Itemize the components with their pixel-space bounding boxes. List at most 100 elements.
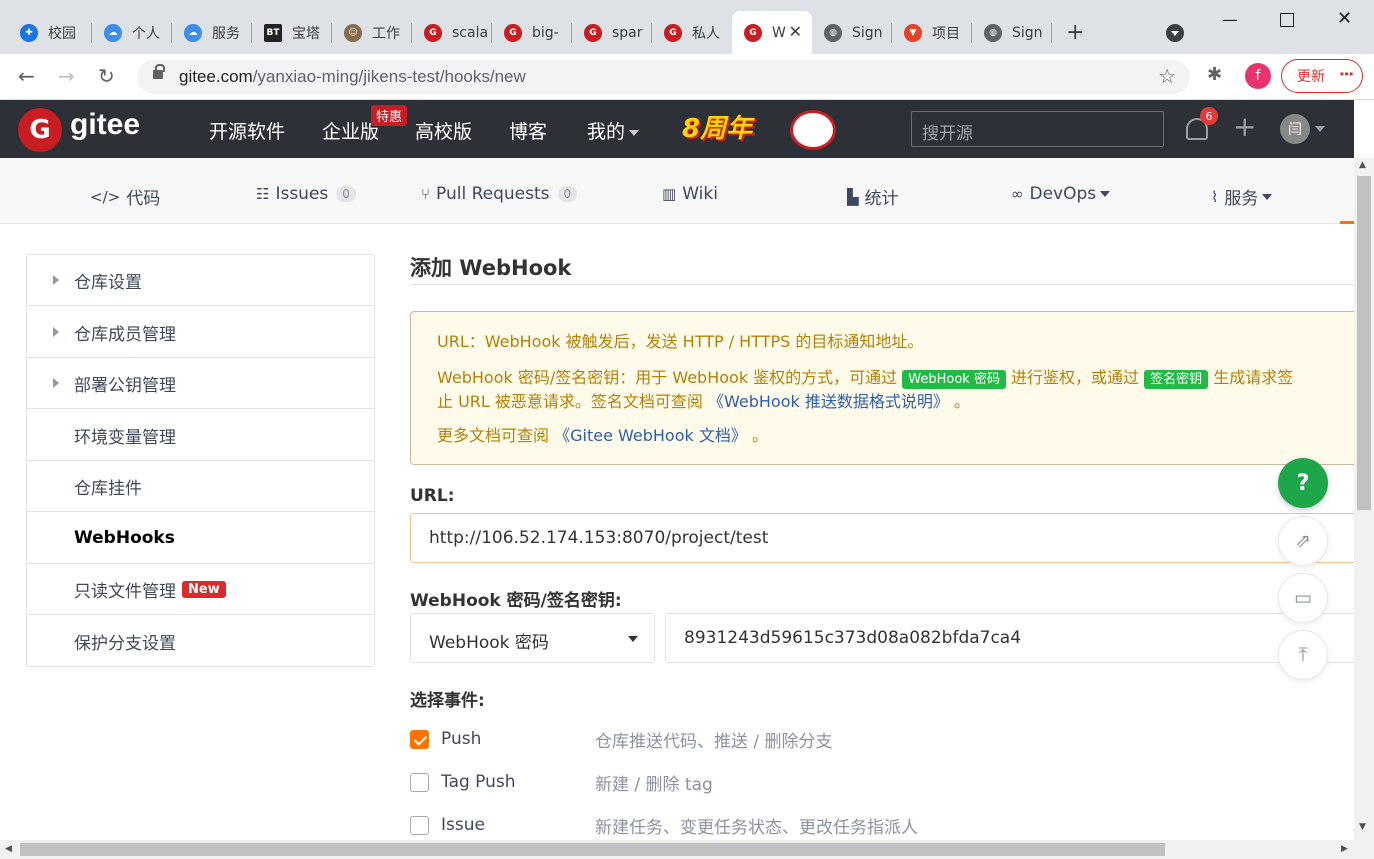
sidebar-item-widgets[interactable]: 仓库挂件 — [27, 461, 374, 512]
globe-icon: ◍ — [824, 23, 842, 42]
browser-tab[interactable]: ◍ Sign — [972, 11, 1052, 54]
nav-open-source[interactable]: 开源软件 — [209, 117, 285, 144]
tab-code[interactable]: </> 代码 — [90, 184, 161, 210]
update-label: 更新 — [1297, 69, 1325, 85]
anniversary-banner[interactable]: 8周年 — [682, 108, 752, 145]
event-tag-push[interactable]: Tag Push 新建 / 删除 tag — [410, 771, 713, 795]
tab-pull-requests[interactable]: ⑂ Pull Requests 0 — [421, 184, 578, 204]
gitee-brand[interactable]: gitee — [70, 108, 140, 142]
webhook-format-doc-link[interactable]: 《WebHook 推送数据格式说明》 — [708, 392, 949, 411]
browser-tab[interactable]: G big- — [492, 11, 572, 54]
repo-tabs: </> 代码 ☷ Issues 0 ⑂ Pull Requests 0 ▥ Wiki ▙ 统计… — [0, 158, 1354, 224]
notice-text: 更多文档可查阅 — [437, 426, 550, 445]
browser-tab-bar: ✚ 校园 ☁ 个人 ☁ 服务 BT 宝塔 ☺ 工作 G scala G big-… — [0, 0, 1374, 54]
scroll-up-icon[interactable]: ▲ — [1359, 160, 1366, 170]
notice-text: 。 — [953, 392, 970, 411]
tab-stats[interactable]: ▙ 统计 — [847, 184, 899, 210]
browser-tab[interactable]: ☁ 个人 — [92, 11, 172, 54]
count-badge: 0 — [557, 186, 578, 202]
tab-wiki[interactable]: ▥ Wiki — [662, 184, 718, 204]
tab-label: big- — [532, 24, 559, 41]
browser-tab[interactable]: ▼ 项目 — [892, 11, 972, 54]
nav-mine[interactable]: 我的 — [587, 117, 640, 144]
secret-input[interactable]: 8931243d59615c373d08a082bfda7ca4 — [665, 613, 1374, 663]
back-to-top-icon[interactable]: ⤒ — [1278, 630, 1328, 680]
browser-tab[interactable]: BT 宝塔 — [252, 11, 332, 54]
checkbox[interactable] — [410, 772, 429, 792]
sidebar-item-protected-branches[interactable]: 保护分支设置 — [27, 616, 374, 667]
vertical-scroll-thumb[interactable] — [1357, 176, 1371, 510]
url-input[interactable]: http://106.52.174.153:8070/project/test — [410, 513, 1374, 563]
notice-text: 。 — [751, 426, 768, 445]
sidebar-item-members[interactable]: 仓库成员管理 — [27, 307, 374, 358]
reload-icon[interactable]: ↻ — [98, 64, 115, 88]
notice-text: 止 URL 被恶意请求。签名文档可查阅 — [437, 392, 703, 411]
profile-avatar[interactable]: f — [1245, 63, 1271, 89]
browser-tab[interactable]: ◍ Sign — [812, 11, 892, 54]
help-button[interactable]: ? — [1278, 458, 1328, 508]
sidebar-item-webhooks[interactable]: WebHooks — [27, 513, 374, 564]
new-tab-button[interactable]: + — [1066, 20, 1084, 45]
pull-request-icon: ⑂ — [421, 185, 431, 203]
share-icon[interactable]: ⇗ — [1278, 516, 1328, 566]
browser-tab[interactable]: ✚ 校园 — [8, 11, 92, 54]
browser-tab[interactable]: ☺ 工作 — [332, 11, 412, 54]
tab-issues[interactable]: ☷ Issues 0 — [256, 184, 356, 204]
gitee-logo[interactable]: G — [18, 108, 62, 152]
browser-tab[interactable]: ☁ 服务 — [172, 11, 252, 54]
search-input[interactable]: 搜开源 — [911, 111, 1164, 147]
user-avatar[interactable]: 闫 — [1280, 114, 1310, 144]
gitee-webhook-doc-link[interactable]: 《Gitee WebHook 文档》 — [554, 426, 747, 445]
browser-tab[interactable]: G 私人 — [652, 11, 732, 54]
horizontal-scroll-thumb[interactable] — [20, 843, 1165, 856]
cloud-icon: ☁ — [184, 23, 202, 42]
bookmark-star-icon[interactable]: ☆ — [1158, 64, 1176, 88]
minimize-icon[interactable]: — — [1222, 10, 1238, 29]
browser-tab[interactable]: G scala — [412, 11, 492, 54]
tab-services[interactable]: ⌇ 服务 — [1211, 184, 1273, 209]
checkbox-checked[interactable] — [410, 729, 429, 749]
sidebar-item-label: 仓库设置 — [74, 272, 142, 293]
infinity-icon: ∞ — [1011, 185, 1024, 203]
scroll-right-icon[interactable]: ▶ — [1341, 844, 1348, 854]
event-desc: 新建任务、变更任务状态、更改任务指派人 — [595, 817, 918, 838]
close-icon[interactable]: ✕ — [789, 22, 802, 41]
address-bar[interactable]: gitee.com/yanxiao-ming/jikens-test/hooks… — [137, 60, 1190, 94]
nav-education[interactable]: 高校版 — [415, 117, 472, 144]
scroll-left-icon[interactable]: ◀ — [5, 844, 12, 854]
tab-devops[interactable]: ∞ DevOps — [1011, 184, 1111, 204]
extensions-icon[interactable]: ✱ — [1207, 64, 1222, 85]
chat-icon[interactable]: ▭ — [1278, 573, 1328, 623]
event-issue[interactable]: Issue 新建任务、变更任务状态、更改任务指派人 — [410, 814, 918, 838]
browser-tab[interactable]: G spar — [572, 11, 652, 54]
url-label: URL: — [410, 486, 455, 506]
notice-line: 止 URL 被恶意请求。签名文档可查阅 《WebHook 推送数据格式说明》 。 — [437, 390, 1343, 414]
forward-icon[interactable]: → — [58, 64, 75, 88]
checkbox[interactable] — [410, 815, 429, 835]
back-icon[interactable]: ← — [18, 64, 35, 88]
chevron-down-icon[interactable] — [1315, 126, 1325, 132]
window-close-icon[interactable]: ✕ — [1337, 8, 1352, 29]
tab-label: W — [772, 24, 786, 41]
sidebar-item-repo-settings[interactable]: 仓库设置 — [27, 255, 374, 306]
plus-icon[interactable]: + — [1233, 110, 1256, 143]
sidebar-item-readonly-files[interactable]: 只读文件管理 New — [27, 564, 374, 615]
secret-type-value: WebHook 密码 — [429, 633, 549, 653]
tab-search-icon[interactable] — [1166, 24, 1184, 42]
book-icon: ▥ — [662, 185, 677, 203]
maximize-icon[interactable] — [1280, 13, 1294, 27]
nav-blog[interactable]: 博客 — [509, 117, 547, 144]
tab-label: 代码 — [126, 189, 161, 209]
tab-label: 工作 — [372, 25, 400, 42]
tab-label: 校园 — [48, 25, 76, 42]
secret-type-select[interactable]: WebHook 密码 — [410, 613, 655, 663]
sidebar-item-deploy-keys[interactable]: 部署公钥管理 — [27, 358, 374, 409]
globe-icon: ◍ — [984, 23, 1002, 42]
event-name: Tag Push — [441, 772, 516, 792]
sidebar-item-env-vars[interactable]: 环境变量管理 — [27, 410, 374, 461]
update-button[interactable]: 更新 ⋮ — [1281, 59, 1363, 93]
event-push[interactable]: Push 仓库推送代码、推送 / 删除分支 — [410, 728, 833, 752]
browser-tab-active[interactable]: G W ✕ — [732, 11, 812, 54]
scroll-down-icon[interactable]: ▼ — [1359, 822, 1366, 832]
cloud-icon: ☁ — [104, 23, 122, 42]
